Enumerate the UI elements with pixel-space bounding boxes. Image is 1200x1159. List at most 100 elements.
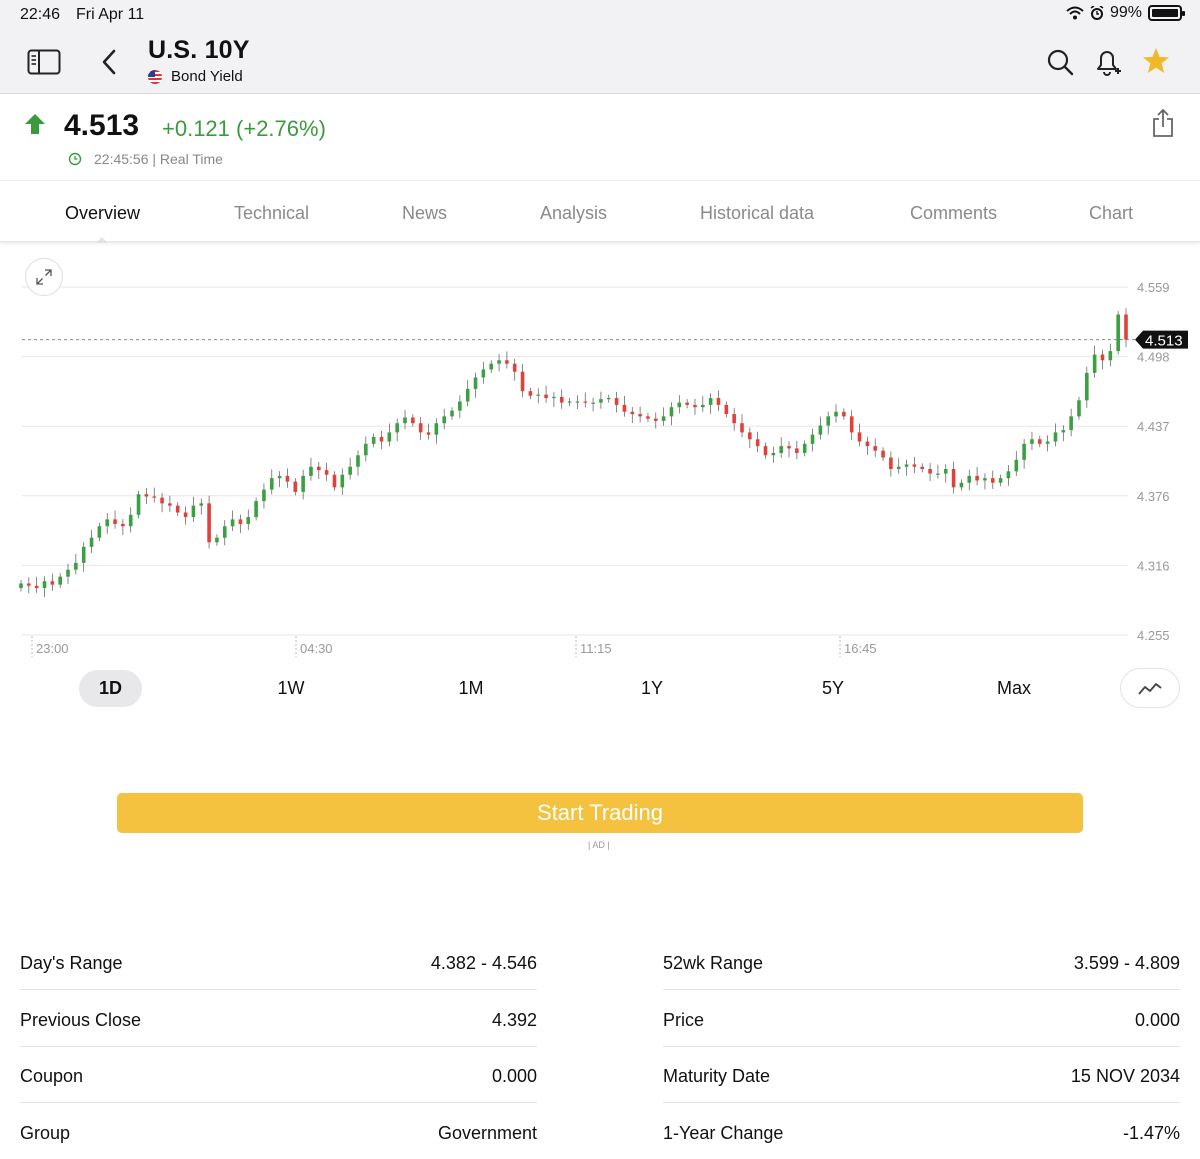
candle-body xyxy=(732,414,736,424)
candle-body xyxy=(865,441,870,447)
sidebar-toggle-button[interactable] xyxy=(26,48,62,76)
stat-value: -1.47% xyxy=(1122,1123,1180,1143)
price-chart[interactable]: 4.559 4.498 4.437 4.376 4.316 4.255 23:00 04:3… xyxy=(0,243,1200,668)
candle-body xyxy=(497,360,501,364)
start-trading-button[interactable]: Start Trading xyxy=(117,793,1083,833)
candle-body xyxy=(230,519,235,527)
candle-body xyxy=(97,526,102,538)
candle-body xyxy=(340,474,345,488)
candle-body xyxy=(1045,441,1050,444)
back-chevron-icon xyxy=(102,49,116,75)
candle-body xyxy=(520,371,525,392)
candle-body xyxy=(160,497,164,504)
candle-body xyxy=(928,469,932,474)
candle-body xyxy=(434,423,439,435)
candle-body xyxy=(630,411,635,415)
candle-body xyxy=(348,466,352,475)
candle-body xyxy=(1108,351,1113,361)
x-tick-label: 16:45 xyxy=(844,641,877,656)
stat-label: Coupon xyxy=(20,1066,84,1086)
range-1d[interactable]: 1D xyxy=(79,670,142,707)
last-price: 4.513 xyxy=(64,109,140,142)
stat-maturity-date: Maturity Date 15 NOV 2034 xyxy=(663,1047,1180,1103)
candle-body xyxy=(411,417,415,424)
candle-body xyxy=(450,410,454,417)
candle-body xyxy=(332,474,337,488)
candle-body xyxy=(881,450,885,458)
candle-body xyxy=(685,402,689,405)
candle-body xyxy=(716,398,721,405)
stat-label: 1-Year Change xyxy=(663,1123,784,1143)
candle-body xyxy=(19,583,23,589)
candle-body xyxy=(442,416,446,424)
candle-body xyxy=(285,475,290,482)
stat-group: Group Government xyxy=(20,1104,537,1159)
instrument-type: Bond Yield xyxy=(171,68,243,85)
candle-body xyxy=(606,398,611,400)
expand-icon xyxy=(36,269,52,285)
candle-body xyxy=(254,501,258,518)
share-button[interactable] xyxy=(1150,107,1176,139)
range-1m[interactable]: 1M xyxy=(442,670,500,707)
range-1y[interactable]: 1Y xyxy=(623,670,681,707)
candle-body xyxy=(1053,432,1058,442)
candle-body xyxy=(387,432,392,442)
candle-body xyxy=(622,404,627,412)
candle-body xyxy=(818,425,823,435)
y-tick-label: 4.316 xyxy=(1137,558,1170,573)
watchlist-star-button[interactable] xyxy=(1140,45,1172,77)
back-button[interactable] xyxy=(98,48,120,76)
stat-label: Day's Range xyxy=(20,953,123,973)
candle-body xyxy=(614,398,619,405)
candle-body xyxy=(215,537,219,543)
candle-body xyxy=(1069,416,1073,431)
status-time: 22:46 xyxy=(20,6,61,23)
search-button[interactable] xyxy=(1044,46,1076,78)
status-indicators: 99% xyxy=(1066,4,1185,22)
current-price-label: 4.513 xyxy=(1145,333,1183,350)
candle-body xyxy=(834,411,838,417)
stat-coupon: Coupon 0.000 xyxy=(20,1047,537,1103)
chart-type-button[interactable] xyxy=(1120,668,1180,708)
tab-historical-data[interactable]: Historical data xyxy=(700,203,814,224)
tab-analysis[interactable]: Analysis xyxy=(540,203,607,224)
candle-body xyxy=(473,377,478,389)
candle-body xyxy=(128,514,133,527)
candle-body xyxy=(967,475,972,483)
range-1w[interactable]: 1W xyxy=(262,670,320,707)
tab-chart[interactable]: Chart xyxy=(1089,203,1133,224)
candle-body xyxy=(42,581,47,589)
candle-body xyxy=(771,452,776,456)
candle-body xyxy=(1014,459,1019,472)
page-title: U.S. 10Y xyxy=(148,36,250,64)
tab-news[interactable]: News xyxy=(402,203,447,224)
candle-body xyxy=(849,416,854,433)
candle-body xyxy=(795,448,799,453)
candle-body xyxy=(701,404,705,408)
y-tick-label: 4.498 xyxy=(1137,350,1170,365)
tab-technical[interactable]: Technical xyxy=(234,203,309,224)
candle-body xyxy=(936,473,940,475)
quote-timestamp-row: 22:45:56 | Real Time xyxy=(68,151,223,167)
tab-overview[interactable]: Overview xyxy=(65,203,140,224)
star-icon xyxy=(1143,48,1169,73)
candle-body xyxy=(505,360,509,364)
instrument-subtitle: Bond Yield xyxy=(148,68,243,85)
range-max[interactable]: Max xyxy=(985,670,1043,707)
candle-body xyxy=(599,399,603,403)
tab-comments[interactable]: Comments xyxy=(910,203,997,224)
stat-label: 52wk Range xyxy=(663,953,764,973)
alarm-icon xyxy=(1090,6,1104,20)
candle-body xyxy=(810,434,815,444)
stat-price: Price 0.000 xyxy=(663,991,1180,1047)
battery-fill xyxy=(1152,9,1178,17)
candle-body xyxy=(1037,439,1042,444)
add-alert-button[interactable] xyxy=(1092,45,1124,79)
stat-52wk-range: 52wk Range 3.599 - 4.809 xyxy=(663,934,1180,990)
candle-body xyxy=(27,583,31,586)
expand-chart-button[interactable] xyxy=(25,258,63,296)
range-5y[interactable]: 5Y xyxy=(804,670,862,707)
candle-body xyxy=(465,388,470,402)
x-tick-label: 23:00 xyxy=(36,641,69,656)
candle-body xyxy=(998,478,1003,483)
